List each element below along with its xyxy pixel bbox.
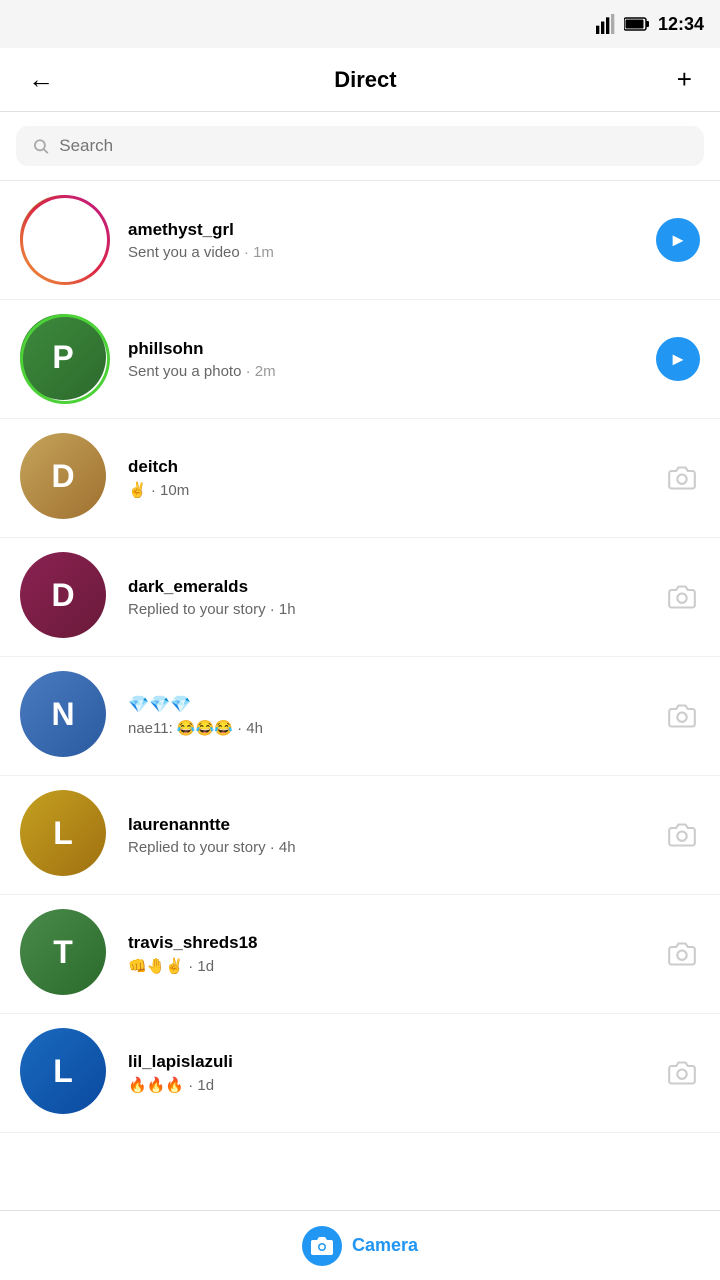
conv-message: Sent you a video · 1m <box>128 244 642 261</box>
list-item[interactable]: Aamethyst_grl Sent you a video · 1m ► <box>0 181 720 300</box>
camera-button[interactable]: Camera <box>302 1226 418 1266</box>
list-item[interactable]: Pphillsohn Sent you a photo · 2m ► <box>0 300 720 419</box>
avatar: D <box>20 433 110 523</box>
camera-icon <box>664 579 700 615</box>
conv-username: deitch <box>128 457 650 477</box>
conv-message: 🔥🔥🔥 · 1d <box>128 1076 650 1094</box>
conv-username: amethyst_grl <box>128 220 642 240</box>
camera-icon <box>664 460 700 496</box>
status-bar: 12:34 <box>0 0 720 48</box>
camera-icon <box>664 698 700 734</box>
conversation-content: lil_lapislazuli 🔥🔥🔥 · 1d <box>128 1052 650 1094</box>
play-button[interactable]: ► <box>656 218 700 262</box>
camera-icon <box>664 936 700 972</box>
play-button[interactable]: ► <box>656 337 700 381</box>
conv-message: ✌️ · 10m <box>128 481 650 499</box>
conv-message: 👊🤚✌️ · 1d <box>128 957 650 975</box>
conv-username: dark_emeralds <box>128 577 650 597</box>
camera-icon <box>664 817 700 853</box>
conv-username: 💎💎💎 <box>128 695 650 715</box>
conversation-content: phillsohn Sent you a photo · 2m <box>128 339 642 380</box>
camera-label: Camera <box>352 1235 418 1256</box>
list-item[interactable]: Ddark_emeralds Replied to your story · 1h <box>0 538 720 657</box>
conversation-content: dark_emeralds Replied to your story · 1h <box>128 577 650 618</box>
status-time: 12:34 <box>658 14 704 35</box>
status-icons: 12:34 <box>596 14 704 35</box>
conv-message: Sent you a photo · 2m <box>128 363 642 380</box>
camera-bottom-icon <box>302 1226 342 1266</box>
page-title: Direct <box>334 67 396 93</box>
conv-message: Replied to your story · 1h <box>128 601 650 618</box>
avatar: T <box>20 909 110 999</box>
back-button[interactable]: ← <box>20 56 62 103</box>
avatar: D <box>20 552 110 642</box>
conversation-content: 💎💎💎 nae11: 😂😂😂 · 4h <box>128 695 650 737</box>
conversation-content: travis_shreds18 👊🤚✌️ · 1d <box>128 933 650 975</box>
list-item[interactable]: Llil_lapislazuli 🔥🔥🔥 · 1d <box>0 1014 720 1133</box>
conv-username: phillsohn <box>128 339 642 359</box>
add-button[interactable]: + <box>669 56 700 103</box>
conv-message: nae11: 😂😂😂 · 4h <box>128 719 650 737</box>
conv-message: Replied to your story · 4h <box>128 839 650 856</box>
conv-username: travis_shreds18 <box>128 933 650 953</box>
search-icon <box>32 137 49 155</box>
conversation-list: Aamethyst_grlSent you a video · 1m►Pphil… <box>0 181 720 1133</box>
conv-username: lil_lapislazuli <box>128 1052 650 1072</box>
avatar: P <box>20 314 110 404</box>
avatar: L <box>20 790 110 880</box>
bottom-bar: Camera <box>0 1210 720 1280</box>
list-item[interactable]: Ddeitch ✌️ · 10m <box>0 419 720 538</box>
list-item[interactable]: Llaurenanntte Replied to your story · 4h <box>0 776 720 895</box>
avatar: L <box>20 1028 110 1118</box>
camera-icon-bottom <box>310 1234 334 1258</box>
conv-username: laurenanntte <box>128 815 650 835</box>
camera-icon <box>664 1055 700 1091</box>
list-item[interactable]: Ttravis_shreds18 👊🤚✌️ · 1d <box>0 895 720 1014</box>
search-input[interactable] <box>59 136 688 156</box>
conversation-content: amethyst_grl Sent you a video · 1m <box>128 220 642 261</box>
app-header: ← Direct + <box>0 48 720 112</box>
avatar: A <box>20 195 110 285</box>
search-container <box>0 112 720 181</box>
list-item[interactable]: N 💎💎💎 nae11: 😂😂😂 · 4h <box>0 657 720 776</box>
search-wrapper <box>16 126 704 166</box>
avatar: N <box>20 671 110 761</box>
conversation-content: laurenanntte Replied to your story · 4h <box>128 815 650 856</box>
battery-icon <box>624 16 650 32</box>
signal-icon <box>596 14 616 34</box>
conversation-content: deitch ✌️ · 10m <box>128 457 650 499</box>
